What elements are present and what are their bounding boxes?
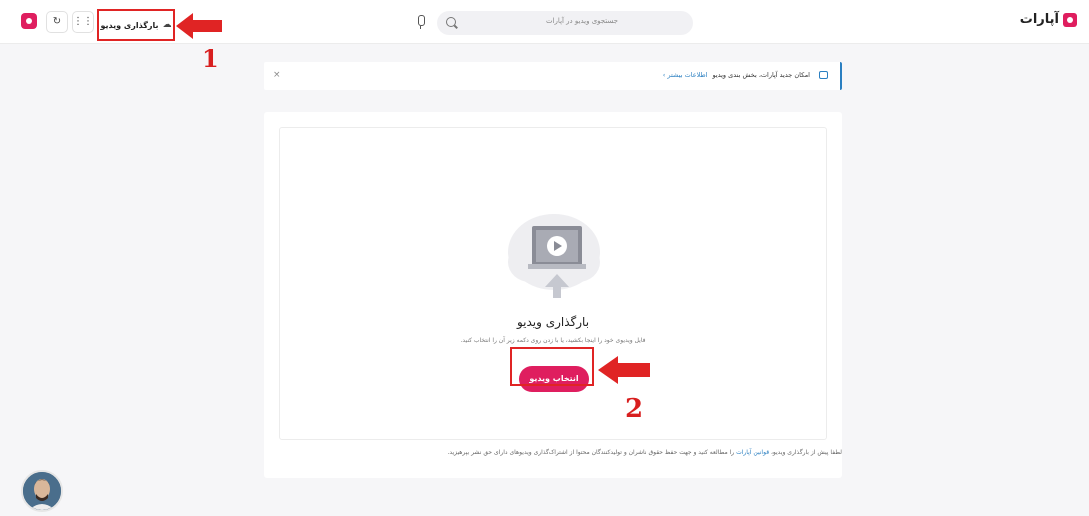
terms-notice: لطفا پیش از بارگذاری ویدیو، قوانین آپارا… (447, 449, 842, 456)
microphone-icon[interactable] (414, 15, 428, 31)
annotation-frame-2 (510, 347, 594, 386)
search-icon[interactable] (446, 17, 456, 27)
upload-video-header-button[interactable]: ☁ بارگذاری ویدیو (97, 9, 175, 41)
notice-more-link[interactable]: اطلاعات بیشتر › (663, 71, 708, 79)
upload-card: بارگذاری ویدیو فایل ویدیوی خود را اینجا … (264, 112, 842, 478)
upload-subtitle: فایل ویدیوی خود را اینجا بکشید، یا با زد… (460, 337, 646, 344)
feature-notice: × امکان جدید آپارات، بخش بندی ویدیو اطلا… (264, 62, 842, 90)
notice-message: امکان جدید آپارات، بخش بندی ویدیو (712, 71, 810, 79)
notice-icon (819, 71, 828, 79)
search-placeholder: جستجوی ویدیو در آپارات (546, 17, 618, 25)
apps-grid-icon[interactable]: ⋮⋮ (72, 11, 94, 33)
notice-text: امکان جدید آپارات، بخش بندی ویدیو اطلاعا… (663, 71, 810, 79)
cloud-video-upload-icon (508, 214, 600, 298)
annotation-step-2: 2 (625, 394, 644, 424)
top-header: آپارات جستجوی ویدیو در آپارات ↻ ⋮⋮ ☁ بار… (0, 0, 1089, 44)
logo-text: آپارات (1019, 12, 1059, 27)
terms-before: لطفا پیش از بارگذاری ویدیو، (769, 449, 842, 456)
aparat-logo[interactable]: آپارات (1020, 12, 1077, 27)
annotation-step-1: 1 (202, 44, 219, 73)
terms-link[interactable]: قوانین آپارات (736, 449, 769, 456)
cloud-upload-icon: ☁ (162, 20, 172, 30)
avatar-image (23, 472, 61, 510)
history-icon[interactable]: ↻ (46, 11, 68, 33)
terms-after: را مطالعه کنید و جهت حفظ حقوق ناشران و ت… (447, 449, 737, 456)
upload-header-label: بارگذاری ویدیو (100, 20, 159, 30)
avatar[interactable] (21, 470, 63, 512)
close-icon[interactable]: × (273, 70, 281, 80)
upload-dropzone[interactable]: بارگذاری ویدیو فایل ویدیوی خود را اینجا … (279, 127, 827, 440)
annotation-arrow-1 (176, 13, 222, 39)
search-input[interactable]: جستجوی ویدیو در آپارات (437, 11, 693, 35)
aparat-small-logo-icon[interactable] (21, 13, 37, 29)
aparat-logo-icon (1063, 12, 1077, 27)
annotation-arrow-2 (598, 356, 650, 384)
upload-title: بارگذاری ویدیو (516, 315, 590, 329)
